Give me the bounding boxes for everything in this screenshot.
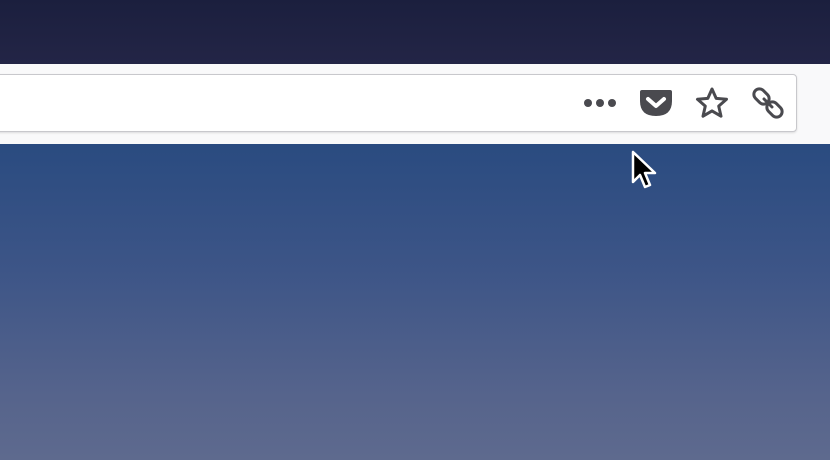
bookmark-star-button[interactable] [684, 75, 740, 131]
page-actions [572, 75, 796, 131]
save-to-pocket-button[interactable] [628, 75, 684, 131]
navigation-toolbar [0, 64, 830, 144]
link-icon [752, 87, 784, 119]
mouse-cursor-icon [631, 150, 657, 189]
star-icon [696, 87, 728, 118]
pocket-icon [640, 90, 672, 116]
more-horizontal-icon [584, 99, 616, 107]
url-bar[interactable] [0, 74, 797, 132]
page-content [0, 144, 830, 460]
page-actions-menu-button[interactable] [572, 75, 628, 131]
reader-link-button[interactable] [740, 75, 796, 131]
browser-titlebar [0, 0, 830, 64]
